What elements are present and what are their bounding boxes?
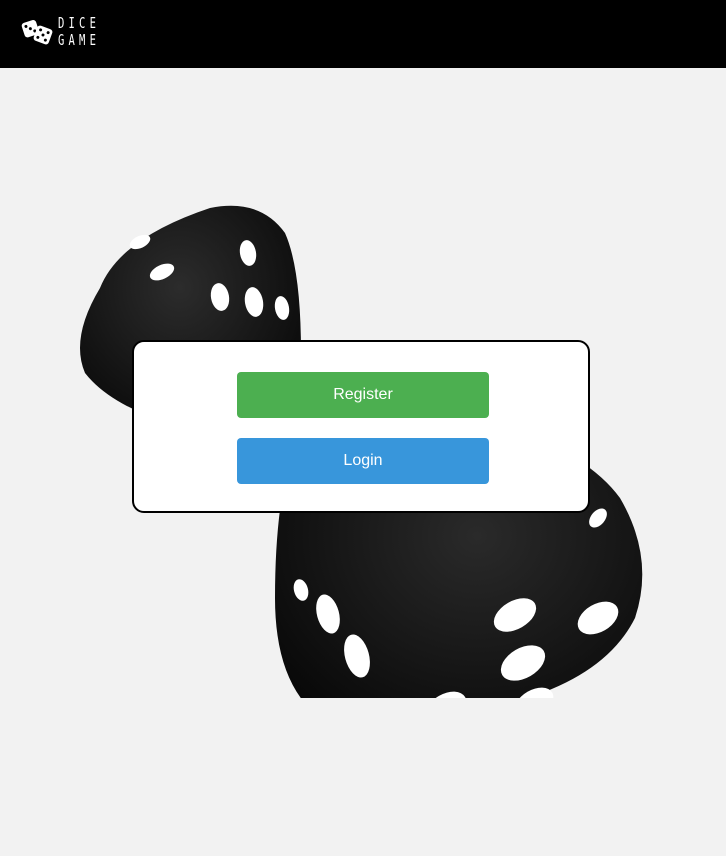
dice-icon xyxy=(20,17,54,47)
auth-card: Register Login xyxy=(132,340,590,513)
logo-line-2: GAME xyxy=(58,31,101,49)
login-button[interactable]: Login xyxy=(237,438,489,484)
logo-line-1: DICE xyxy=(58,14,101,32)
register-button[interactable]: Register xyxy=(237,372,489,418)
logo[interactable]: DICE GAME xyxy=(20,13,108,51)
top-bar: DICE GAME xyxy=(0,0,726,68)
logo-text: DICE GAME xyxy=(58,15,100,49)
